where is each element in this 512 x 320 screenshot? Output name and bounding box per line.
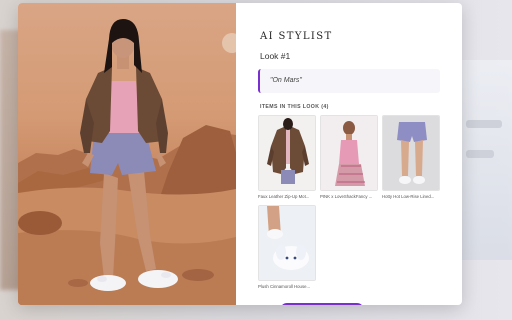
item-thumbnail[interactable] [258,205,316,281]
look-hero-image [18,3,236,305]
pink-top-icon [321,116,377,190]
prompt-quote-text: "On Mars" [270,77,302,84]
item-caption[interactable]: Hotty Hot Low-Rise Lined... [382,194,440,199]
leather-jacket-icon [259,116,315,190]
background-blurred-content-right [460,60,512,260]
look-item-card[interactable]: Plush Cinnamoroll House... [258,205,316,289]
primary-action-button[interactable] [280,303,364,305]
prompt-quote-box: "On Mars" [258,69,440,93]
item-caption[interactable]: PINK x LoveShackFancy ... [320,194,378,199]
look-item-card[interactable]: Faux Leather Zip-Up Mot... [258,115,316,199]
item-caption[interactable]: Faux Leather Zip-Up Mot... [258,194,316,199]
item-thumbnail[interactable] [320,115,378,191]
shorts-icon [383,116,439,190]
look-label: Look #1 [260,51,291,61]
mars-model-illustration [18,19,236,305]
items-heading: ITEMS IN THIS LOOK (4) [260,104,329,110]
item-thumbnail[interactable] [258,115,316,191]
ai-stylist-modal: AI STYLIST Look #1 "On Mars" ITEMS IN TH… [18,3,462,305]
look-item-card[interactable]: Hotty Hot Low-Rise Lined... [382,115,440,199]
look-item-card[interactable]: PINK x LoveShackFancy ... [320,115,378,199]
item-caption[interactable]: Plush Cinnamoroll House... [258,284,316,289]
slippers-icon [259,206,315,280]
panel-title: AI STYLIST [260,31,333,42]
item-thumbnail[interactable] [382,115,440,191]
stylist-panel: AI STYLIST Look #1 "On Mars" ITEMS IN TH… [236,3,462,305]
